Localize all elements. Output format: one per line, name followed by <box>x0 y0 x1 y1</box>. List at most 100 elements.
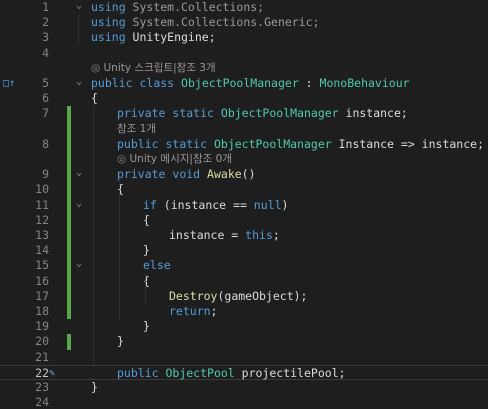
code-line[interactable]: 23} <box>0 380 488 395</box>
code-text[interactable]: private void Awake() <box>117 167 256 182</box>
code-text[interactable]: } <box>143 243 150 258</box>
line-number: 10 <box>35 182 49 197</box>
code-token: instance = <box>169 228 246 242</box>
line-number: 21 <box>35 349 49 364</box>
line-number: 3 <box>42 30 49 45</box>
codelens-text[interactable]: ◎ Unity 메시지|참조 0개 <box>117 152 232 167</box>
code-token: } <box>143 243 150 258</box>
method-name: Awake <box>207 167 242 182</box>
code-text[interactable]: else <box>143 258 171 273</box>
code-text[interactable]: public class ObjectPoolManager : MonoBeh… <box>91 76 410 91</box>
code-line[interactable]: 13 instance = this; <box>0 228 488 243</box>
line-number: 11 <box>35 197 49 212</box>
type-name: ObjectPoolManager <box>220 106 339 121</box>
keyword: using <box>91 30 126 45</box>
edit-pen-icon[interactable]: ✎ <box>49 366 55 381</box>
type-name: ObjectPoolManager <box>213 136 332 151</box>
code-line[interactable]: 5 ⌄ □↑ public class ObjectPoolManager : Mon… <box>0 76 488 91</box>
code-line[interactable]: 8 public static ObjectPoolManager Instanc… <box>0 137 488 152</box>
code-token: instance; <box>338 106 408 121</box>
code-line[interactable]: 15 ⌄ else <box>0 258 488 273</box>
line-number: 23 <box>35 380 49 394</box>
fold-chevron-icon[interactable]: ⌄ <box>74 256 84 271</box>
code-text[interactable]: Destroy(gameObject); <box>169 289 307 304</box>
type-name: MonoBehaviour <box>319 76 410 90</box>
code-line[interactable]: 6{ <box>0 91 488 106</box>
code-line[interactable]: 18 return; <box>0 304 488 319</box>
keyword: private <box>117 167 166 182</box>
indent-guide <box>145 273 146 304</box>
fold-chevron-icon[interactable]: ⌄ <box>74 74 84 89</box>
line-number: 4 <box>42 45 49 60</box>
line-number: 2 <box>42 15 49 30</box>
code-text[interactable]: using UnityEngine; <box>91 30 216 45</box>
code-line[interactable]: 12{ <box>0 213 488 228</box>
code-text[interactable]: if (instance == null) <box>143 198 288 213</box>
fold-chevron-icon[interactable]: ⌄ <box>74 165 84 180</box>
codelens-label[interactable]: Unity 스크립트|참조 3개 <box>104 62 216 74</box>
code-line[interactable]: 9 ⌄ private void Awake() <box>0 167 488 182</box>
line-number: 8 <box>42 136 49 151</box>
keyword: static <box>172 106 214 121</box>
fold-chevron-icon[interactable]: ⌄ <box>74 196 84 211</box>
code-text[interactable]: { <box>91 91 98 106</box>
code-text[interactable]: } <box>143 319 150 334</box>
code-line[interactable]: 2 using System.Collections.Generic; <box>0 15 488 30</box>
code-text[interactable]: private static ObjectPoolManager instanc… <box>117 106 408 121</box>
line-number: 16 <box>35 273 49 288</box>
indent-guide <box>78 15 79 46</box>
code-token: (gameObject); <box>217 288 308 303</box>
code-text[interactable]: return; <box>169 304 217 319</box>
code-token: } <box>117 334 124 349</box>
keyword: public <box>91 76 133 90</box>
code-line[interactable]: 7 private static ObjectPoolManager instan… <box>0 106 488 121</box>
code-line[interactable]: 21 <box>0 350 488 365</box>
codelens-text[interactable]: 참조 1개 <box>117 122 156 137</box>
keyword: null <box>253 197 282 212</box>
line-number: 20 <box>35 334 49 349</box>
code-text[interactable]: public static ObjectPoolManager Instance… <box>117 137 484 152</box>
code-text[interactable]: using System.Collections; <box>91 0 264 15</box>
code-line[interactable]: 22 ✎ public ObjectPool projectilePool; <box>0 364 488 381</box>
line-number: 1 <box>42 0 49 14</box>
code-token: } <box>91 380 98 394</box>
code-text[interactable]: using System.Collections.Generic; <box>91 15 320 30</box>
codelens-text[interactable]: ◎ Unity 스크립트|참조 3개 <box>91 61 216 76</box>
keyword: public <box>117 136 159 151</box>
unity-icon: ◎ <box>91 61 104 74</box>
code-token: projectilePool; <box>234 365 346 380</box>
code-token: Instance => instance; <box>331 136 484 151</box>
code-token: System.Collections; <box>125 0 265 14</box>
keyword: else <box>143 258 171 273</box>
code-line[interactable]: 11 ⌄ if (instance == null) <box>0 198 488 213</box>
codelens-label[interactable]: Unity 메시지|참조 0개 <box>130 153 232 165</box>
line-number: 19 <box>35 319 49 334</box>
code-text[interactable]: public ObjectPool projectilePool; <box>117 366 346 381</box>
codelens-row[interactable]: 참조 1개 <box>0 122 488 137</box>
code-line[interactable]: 19} <box>0 319 488 334</box>
indent-guide <box>93 106 94 365</box>
type-name: ObjectPool <box>165 365 235 380</box>
code-line[interactable]: 20} <box>0 334 488 349</box>
code-text[interactable]: } <box>117 334 124 349</box>
method-name: Destroy <box>169 288 218 303</box>
code-text[interactable]: } <box>91 380 98 395</box>
fold-chevron-icon[interactable]: ⌄ <box>74 0 84 13</box>
codelens-label[interactable]: 참조 1개 <box>117 123 156 135</box>
indent-guide <box>145 212 146 228</box>
line-number: 9 <box>42 167 49 182</box>
class-inheritance-icon[interactable]: □↑ <box>3 76 15 91</box>
code-line[interactable]: 3 using UnityEngine; <box>0 30 488 45</box>
code-token: ; <box>272 228 280 242</box>
line-number: 13 <box>35 228 49 242</box>
code-line[interactable]: 4 <box>0 46 488 61</box>
code-line[interactable]: 1 ⌄ using System.Collections; <box>0 0 488 15</box>
code-line[interactable]: 17 Destroy(gameObject); <box>0 289 488 304</box>
code-line[interactable]: 16{ <box>0 274 488 289</box>
code-editor[interactable]: 1 ⌄ using System.Collections; 2 using System… <box>0 0 488 409</box>
code-text[interactable]: instance = this; <box>169 228 280 243</box>
code-token: System.Collections.Generic; <box>125 15 320 30</box>
code-line[interactable]: 24 <box>0 395 488 409</box>
